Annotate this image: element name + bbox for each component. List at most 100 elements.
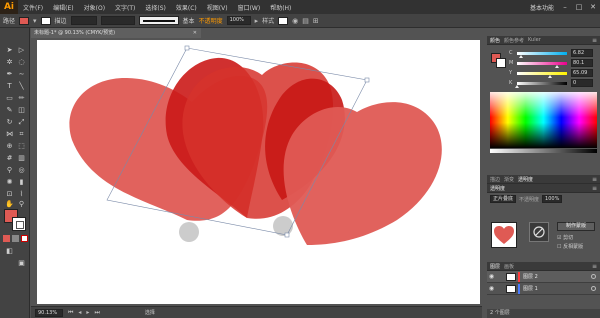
variable-width-field[interactable]	[100, 16, 135, 25]
scale-tool-icon[interactable]: ⤢	[16, 117, 27, 128]
magic-wand-tool-icon[interactable]: ✲	[4, 57, 15, 68]
status-text[interactable]: 选择	[145, 309, 155, 316]
layers-menu-icon[interactable]: ≡	[592, 263, 597, 270]
slider-magenta[interactable]: M 80.1	[509, 59, 600, 69]
transform-icon[interactable]: ⊞	[313, 17, 319, 25]
menu-help[interactable]: 帮助(H)	[265, 3, 296, 12]
layer-row[interactable]: ◉ 图层 1	[487, 283, 600, 295]
slider-black[interactable]: K 0	[509, 79, 600, 89]
maximize-button[interactable]: □	[572, 3, 586, 11]
align-icon[interactable]: ▤	[302, 17, 309, 25]
stroke-weight-field[interactable]	[70, 16, 97, 25]
object-thumbnail[interactable]	[491, 222, 517, 248]
stroke-swatch[interactable]	[12, 217, 26, 231]
artwork[interactable]	[37, 40, 480, 304]
menu-window[interactable]: 窗口(W)	[233, 3, 266, 12]
globe-icon[interactable]: ◉	[292, 17, 298, 25]
graph-tool-icon[interactable]: ▮	[16, 177, 27, 188]
graphic-style-swatch[interactable]	[278, 16, 289, 25]
mask-thumbnail[interactable]	[529, 222, 549, 242]
mid-panel-menu-icon[interactable]: ≡	[592, 176, 597, 183]
slider-yellow-thumb[interactable]	[547, 75, 552, 78]
heart-right[interactable]	[283, 102, 442, 245]
slider-magenta-value[interactable]: 80.1	[571, 59, 593, 67]
slider-yellow-value[interactable]: 65.09	[571, 69, 593, 77]
blend-mode-select[interactable]: 正片叠底	[490, 195, 517, 203]
opacity-field[interactable]: 100%	[226, 16, 251, 25]
rotate-tool-icon[interactable]: ↻	[4, 117, 15, 128]
free-transform-tool-icon[interactable]: ⌗	[16, 129, 27, 140]
color-spectrum[interactable]	[490, 92, 597, 148]
color-stroke-swatch[interactable]	[496, 58, 506, 68]
slider-cyan-value[interactable]: 6.82	[571, 49, 593, 57]
visibility-eye-icon[interactable]: ◉	[487, 285, 496, 292]
shape-builder-tool-icon[interactable]: ⊕	[4, 141, 15, 152]
brush-preview[interactable]	[138, 16, 179, 25]
fill-dropdown-icon[interactable]: ▾	[33, 17, 37, 25]
selection-handle-bottom[interactable]	[284, 232, 290, 238]
next-artboard-icon[interactable]: ▸	[86, 309, 89, 316]
blend-tool-icon[interactable]: ◎	[16, 165, 27, 176]
selection-handle-top[interactable]	[184, 45, 190, 51]
width-tool-icon[interactable]: ⋈	[4, 129, 15, 140]
gradient-tool-icon[interactable]: ▥	[16, 153, 27, 164]
draw-mode-icon[interactable]: ◧	[4, 246, 15, 257]
guide-circle-left[interactable]	[179, 222, 199, 242]
pencil-tool-icon[interactable]: ✎	[4, 105, 15, 116]
menu-view[interactable]: 视图(V)	[202, 3, 233, 12]
slider-yellow[interactable]: Y 65.09	[509, 69, 600, 79]
color-spectrum-grayscale[interactable]	[490, 149, 597, 153]
tab-color[interactable]: 颜色	[490, 37, 500, 44]
screen-mode-icon[interactable]: ▣	[16, 258, 27, 269]
document-tab[interactable]: 未标题-1* @ 90.13% (CMYK/预览) ✕	[31, 28, 201, 38]
menu-edit[interactable]: 编辑(E)	[48, 3, 78, 12]
tab-transparency[interactable]: 透明度	[518, 176, 533, 183]
tab-stroke[interactable]: 描边	[490, 176, 500, 183]
workspace-switcher[interactable]: 基本功能	[530, 3, 558, 12]
brush-tool-icon[interactable]: ✏	[16, 93, 27, 104]
slider-black-value[interactable]: 0	[571, 79, 593, 87]
transparency-menu-icon[interactable]: ≡	[592, 185, 597, 192]
curvature-tool-icon[interactable]: ∼	[16, 69, 27, 80]
minimize-button[interactable]: –	[558, 3, 572, 11]
layer-target-icon[interactable]	[591, 286, 596, 291]
type-tool-icon[interactable]: T	[4, 81, 15, 92]
none-mode-icon[interactable]	[21, 235, 28, 242]
canvas-area[interactable]	[31, 38, 482, 306]
tab-artboards[interactable]: 画板	[504, 263, 514, 270]
slider-cyan[interactable]: C 6.82	[509, 49, 600, 59]
opacity-warning-label[interactable]: 不透明度	[199, 16, 223, 25]
slider-black-track[interactable]	[517, 82, 567, 85]
make-mask-button[interactable]: 制作蒙版	[557, 222, 595, 231]
opacity-arrow-icon[interactable]: ▸	[255, 17, 259, 25]
menu-file[interactable]: 文件(F)	[18, 3, 48, 12]
symbol-sprayer-tool-icon[interactable]: ✺	[4, 177, 15, 188]
color-mode-icon[interactable]	[3, 235, 10, 242]
slider-yellow-track[interactable]	[517, 72, 567, 75]
slider-cyan-thumb[interactable]	[518, 55, 523, 58]
tab-gradient[interactable]: 渐变	[504, 176, 514, 183]
gradient-mode-icon[interactable]	[12, 235, 19, 242]
rectangle-tool-icon[interactable]: ▭	[4, 93, 15, 104]
fill-color-swatch[interactable]	[19, 16, 30, 25]
artboard[interactable]	[37, 40, 480, 304]
selection-handle-right[interactable]	[364, 77, 370, 83]
visibility-eye-icon[interactable]: ◉	[487, 273, 496, 280]
zoom-field[interactable]: 90.13%	[35, 308, 63, 317]
selection-tool-icon[interactable]: ➤	[4, 45, 15, 56]
eyedropper-tool-icon[interactable]: ⚲	[4, 165, 15, 176]
slider-magenta-thumb[interactable]	[555, 65, 559, 68]
close-document-icon[interactable]: ✕	[193, 28, 197, 38]
clip-checkbox[interactable]: ☑ 剪切	[557, 234, 573, 241]
line-tool-icon[interactable]: ╲	[16, 81, 27, 92]
first-artboard-icon[interactable]: ⏮	[68, 309, 73, 317]
layer-row[interactable]: ◉ 图层 2	[487, 271, 600, 283]
slider-magenta-track[interactable]	[517, 62, 567, 65]
slider-black-thumb[interactable]	[515, 85, 519, 88]
layer-target-icon[interactable]	[591, 274, 596, 279]
slider-cyan-track[interactable]	[517, 52, 567, 55]
layer-name[interactable]: 图层 1	[523, 285, 538, 292]
color-panel-menu-icon[interactable]: ≡	[592, 37, 597, 44]
close-window-button[interactable]: ✕	[586, 3, 600, 11]
lasso-tool-icon[interactable]: ◌	[16, 57, 27, 68]
